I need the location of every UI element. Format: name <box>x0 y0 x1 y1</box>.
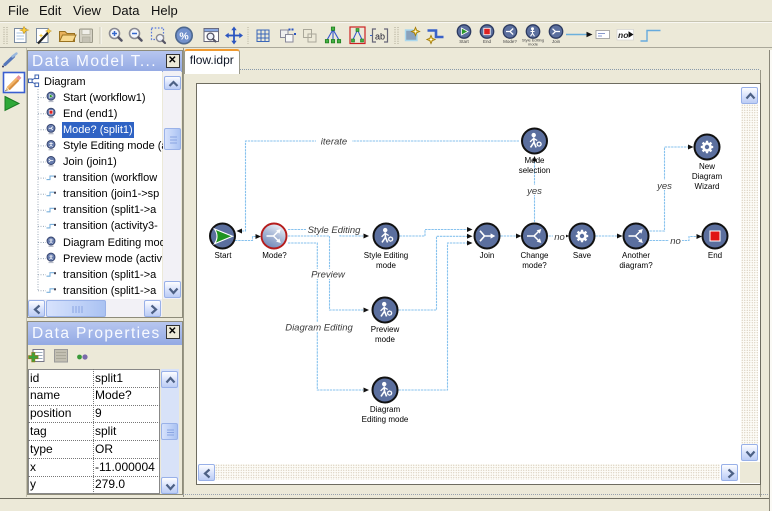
svg-text:Editing mode: Editing mode <box>362 415 409 424</box>
svg-text:Join: Join <box>552 39 561 44</box>
svg-text:End: End <box>483 39 492 44</box>
svg-text:no: no <box>554 232 565 243</box>
svg-text:Mode?: Mode? <box>503 39 517 44</box>
svg-text:Preview: Preview <box>371 325 400 334</box>
svg-text:Start: Start <box>215 251 233 260</box>
svg-text:Join: Join <box>480 251 495 260</box>
svg-text:diagram?: diagram? <box>619 261 653 270</box>
svg-text:Diagram: Diagram <box>370 405 401 414</box>
svg-text:New: New <box>699 162 715 171</box>
svg-text:Start: Start <box>459 39 469 44</box>
svg-text:Wizard: Wizard <box>695 182 720 191</box>
svg-text:yes: yes <box>526 186 542 197</box>
svg-text:Another: Another <box>622 251 650 260</box>
svg-text:mode?: mode? <box>522 261 547 270</box>
svg-text:Mode: Mode <box>524 156 545 165</box>
svg-text:Diagram: Diagram <box>692 172 723 181</box>
svg-text:mode: mode <box>376 261 397 270</box>
svg-text:no: no <box>670 236 681 247</box>
svg-text:mode: mode <box>375 335 396 344</box>
svg-text:mode: mode <box>528 42 539 47</box>
svg-text:Style Editing: Style Editing <box>308 225 362 236</box>
svg-text:%: % <box>179 30 189 42</box>
svg-text:Diagram Editing: Diagram Editing <box>285 323 353 334</box>
svg-text:Save: Save <box>573 251 592 260</box>
svg-text:no: no <box>618 30 628 40</box>
svg-text:ab: ab <box>375 32 385 42</box>
svg-text:yes: yes <box>656 181 672 192</box>
svg-text:selection: selection <box>519 166 551 175</box>
svg-text:Preview: Preview <box>311 270 346 281</box>
svg-text:iterate: iterate <box>321 137 347 148</box>
svg-text:Mode?: Mode? <box>262 251 287 260</box>
svg-text:Change: Change <box>520 251 549 260</box>
svg-text:Style Editing: Style Editing <box>364 251 408 260</box>
svg-text:End: End <box>708 251 722 260</box>
